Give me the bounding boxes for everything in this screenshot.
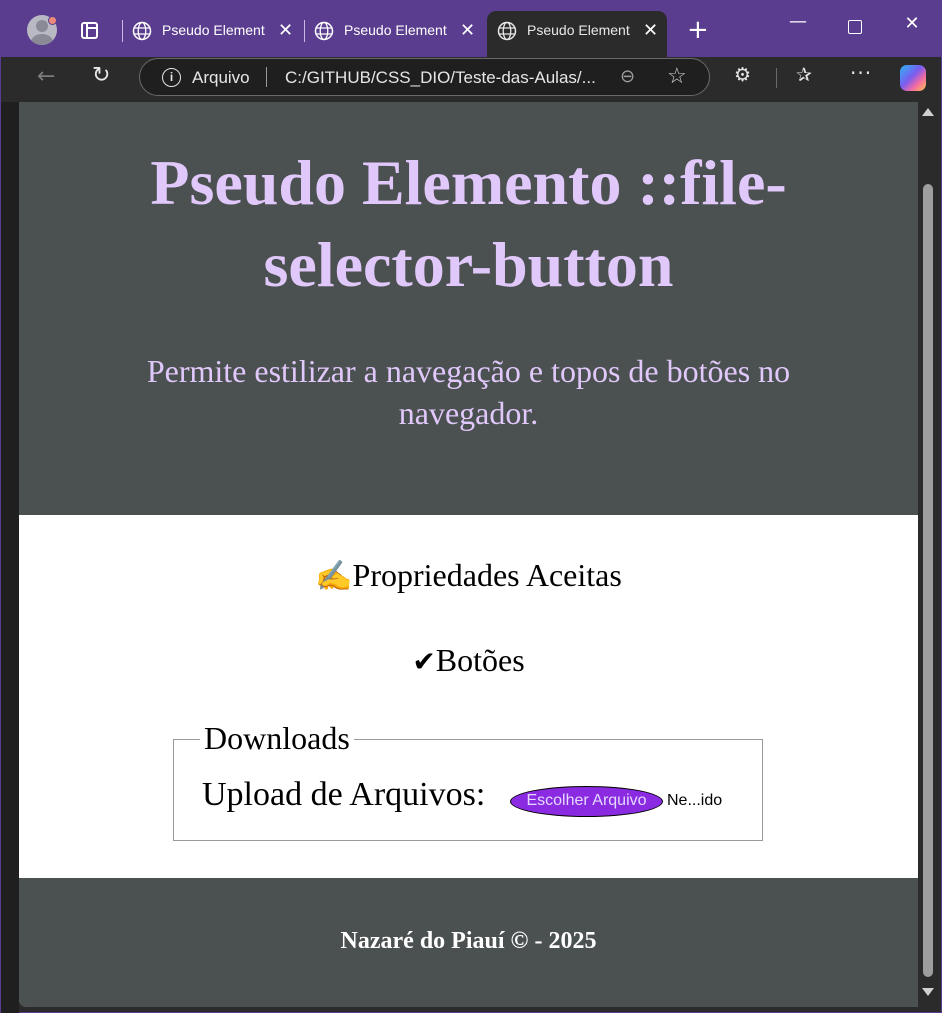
- new-tab-button[interactable]: +: [687, 17, 709, 43]
- more-menu-icon[interactable]: ···: [850, 61, 872, 85]
- page-footer: Nazaré do Piauí © - 2025: [19, 878, 918, 1007]
- copilot-icon[interactable]: [900, 65, 926, 91]
- favorites-list-icon[interactable]: ✰: [796, 64, 812, 86]
- buttons-item-text: Botões: [435, 642, 525, 678]
- tab-title: Pseudo Element: [344, 22, 447, 38]
- window-left-edge: [1, 102, 19, 1013]
- browser-toolbar: ← ↻ i Arquivo C:/GITHUB/CSS_DIO/Teste-da…: [1, 57, 941, 101]
- browser-window: Pseudo Element ✕ Pseudo Element ✕ Pseudo…: [0, 0, 942, 1013]
- properties-heading: ✍️Propriedades Aceitas: [19, 557, 918, 594]
- notification-dot: [48, 16, 57, 25]
- maximize-icon[interactable]: [848, 20, 862, 34]
- zoom-out-icon[interactable]: ⊖: [620, 66, 635, 87]
- close-tab-icon[interactable]: ✕: [278, 19, 293, 41]
- tab-1[interactable]: Pseudo Element ✕: [122, 11, 302, 51]
- info-icon[interactable]: i: [162, 68, 181, 87]
- footer-text: Nazaré do Piauí © - 2025: [340, 928, 597, 954]
- address-scheme-label: Arquivo: [192, 68, 250, 87]
- file-status-text: Ne...ido: [667, 792, 723, 809]
- scroll-up-arrow-icon[interactable]: [922, 108, 934, 116]
- properties-heading-text: Propriedades Aceitas: [352, 557, 622, 593]
- tab-title: Pseudo Element: [162, 22, 265, 38]
- globe-icon: [132, 21, 152, 41]
- scroll-thumb[interactable]: [923, 184, 933, 977]
- vertical-scrollbar[interactable]: [919, 102, 939, 1007]
- checkmark-icon: ✔: [412, 645, 436, 678]
- tab-strip: Pseudo Element ✕ Pseudo Element ✕ Pseudo…: [1, 1, 941, 57]
- globe-icon: [497, 21, 517, 41]
- writing-hand-icon: ✍️: [315, 559, 353, 594]
- minimize-icon[interactable]: —: [783, 11, 813, 32]
- page-subtitle: Permite estilizar a navegação e topos de…: [146, 353, 791, 431]
- address-url[interactable]: C:/GITHUB/CSS_DIO/Teste-das-Aulas/...: [285, 68, 595, 88]
- page-header: Pseudo Elemento ::file-selector-button P…: [19, 102, 918, 515]
- toolbar-separator: [776, 68, 777, 88]
- tab-3-active[interactable]: Pseudo Element ✕: [487, 11, 667, 57]
- fieldset-legend: Downloads: [200, 718, 354, 758]
- scroll-down-arrow-icon[interactable]: [922, 988, 934, 996]
- globe-icon: [314, 21, 334, 41]
- tab-separator: [304, 20, 305, 42]
- reload-icon[interactable]: ↻: [92, 63, 110, 88]
- tab-2[interactable]: Pseudo Element ✕: [304, 11, 484, 51]
- extensions-icon[interactable]: ⚙: [734, 64, 751, 86]
- address-separator: [266, 67, 267, 87]
- file-selector-button[interactable]: Escolher Arquivo: [510, 786, 663, 817]
- tab-separator: [122, 20, 123, 42]
- tab-title: Pseudo Element: [527, 22, 630, 38]
- page-main: ✍️Propriedades Aceitas ✔Botões Downloads…: [19, 515, 918, 878]
- favorite-star-icon[interactable]: ☆: [667, 63, 687, 89]
- tab-actions-icon[interactable]: [81, 22, 98, 39]
- buttons-item: ✔Botões: [19, 642, 918, 679]
- back-arrow-icon[interactable]: ←: [37, 64, 55, 89]
- page-title: Pseudo Elemento ::file-selector-button: [150, 147, 787, 300]
- window-close-icon[interactable]: ✕: [897, 13, 927, 34]
- close-tab-icon[interactable]: ✕: [643, 19, 658, 41]
- downloads-fieldset: Downloads Upload de Arquivos: Escolher A…: [173, 718, 763, 841]
- upload-label: Upload de Arquivos:: [202, 776, 486, 813]
- close-tab-icon[interactable]: ✕: [460, 19, 475, 41]
- address-bar[interactable]: i Arquivo C:/GITHUB/CSS_DIO/Teste-das-Au…: [139, 58, 710, 96]
- page-viewport: Pseudo Elemento ::file-selector-button P…: [19, 102, 918, 1007]
